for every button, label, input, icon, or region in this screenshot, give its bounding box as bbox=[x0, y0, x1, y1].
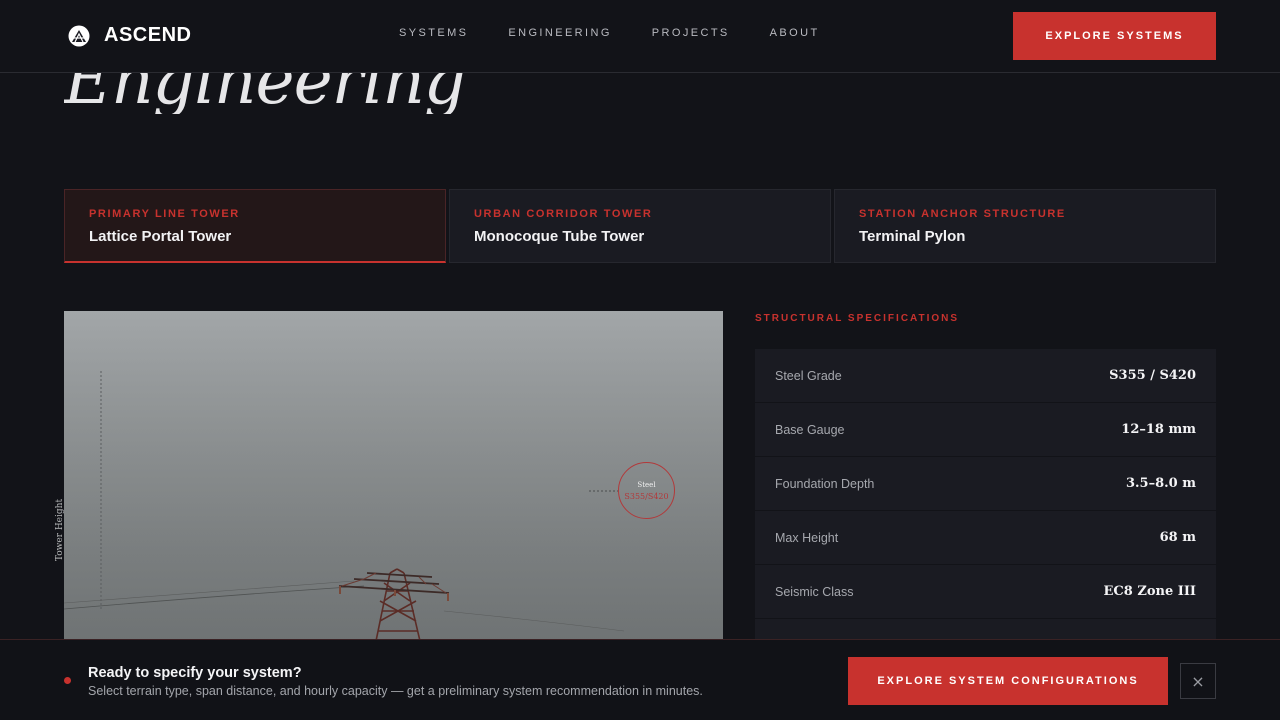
nav-projects[interactable]: PROJECTS bbox=[652, 27, 730, 39]
spec-row-base-gauge: Base Gauge 12–18 mm bbox=[755, 403, 1216, 457]
tab-title: Terminal Pylon bbox=[859, 228, 966, 245]
explore-configurations-button[interactable]: EXPLORE SYSTEM CONFIGURATIONS bbox=[848, 657, 1168, 705]
spec-label: Foundation Depth bbox=[775, 476, 875, 491]
tab-kicker: URBAN CORRIDOR TOWER bbox=[474, 208, 653, 220]
tower-tabs: PRIMARY LINE TOWER Lattice Portal Tower … bbox=[64, 189, 1216, 263]
tab-title: Lattice Portal Tower bbox=[89, 228, 232, 245]
tower-logo-icon bbox=[68, 25, 90, 46]
tab-kicker: PRIMARY LINE TOWER bbox=[89, 208, 240, 220]
tab-lattice-portal-tower[interactable]: PRIMARY LINE TOWER Lattice Portal Tower bbox=[64, 189, 446, 263]
banner-subtitle: Select terrain type, span distance, and … bbox=[88, 684, 703, 698]
steel-grade-badge[interactable]: Steel S355/S420 bbox=[618, 462, 675, 519]
tab-monocoque-tube-tower[interactable]: URBAN CORRIDOR TOWER Monocoque Tube Towe… bbox=[449, 189, 831, 263]
spec-label: Seismic Class bbox=[775, 584, 854, 599]
spec-value: 12–18 mm bbox=[1121, 422, 1196, 437]
tab-title: Monocoque Tube Tower bbox=[474, 228, 645, 245]
close-icon[interactable]: × bbox=[1180, 663, 1216, 699]
spec-row-steel-grade: Steel Grade S355 / S420 bbox=[755, 349, 1216, 403]
brand-name: ASCEND bbox=[104, 24, 192, 46]
nav-systems[interactable]: SYSTEMS bbox=[399, 27, 468, 39]
cta-banner: Ready to specify your system? Select ter… bbox=[0, 639, 1280, 720]
banner-title: Ready to specify your system? bbox=[88, 665, 302, 681]
spec-row-max-height: Max Height 68 m bbox=[755, 511, 1216, 565]
main-nav: SYSTEMS ENGINEERING PROJECTS ABOUT bbox=[399, 27, 820, 39]
spec-value: S355 / S420 bbox=[1109, 368, 1196, 383]
spec-value: 68 m bbox=[1159, 530, 1196, 545]
spec-row-seismic-class: Seismic Class EC8 Zone III bbox=[755, 565, 1216, 619]
site-header: ASCEND SYSTEMS ENGINEERING PROJECTS ABOU… bbox=[0, 0, 1280, 73]
explore-systems-button[interactable]: EXPLORE SYSTEMS bbox=[1013, 12, 1216, 60]
spec-label: Steel Grade bbox=[775, 368, 842, 383]
tab-terminal-pylon[interactable]: STATION ANCHOR STRUCTURE Terminal Pylon bbox=[834, 189, 1216, 263]
badge-title: Steel bbox=[637, 480, 656, 489]
tab-kicker: STATION ANCHOR STRUCTURE bbox=[859, 208, 1066, 220]
nav-about[interactable]: ABOUT bbox=[770, 27, 820, 39]
badge-value: S355/S420 bbox=[624, 491, 669, 501]
spec-label: Base Gauge bbox=[775, 422, 845, 437]
specs-heading: STRUCTURAL SPECIFICATIONS bbox=[755, 313, 960, 324]
specs-table: Steel Grade S355 / S420 Base Gauge 12–18… bbox=[755, 349, 1216, 673]
status-dot-icon bbox=[64, 677, 71, 684]
brand[interactable]: ASCEND bbox=[68, 24, 191, 47]
spec-label: Max Height bbox=[775, 530, 839, 545]
spec-value: 3.5–8.0 m bbox=[1125, 476, 1196, 491]
nav-engineering[interactable]: ENGINEERING bbox=[508, 27, 611, 39]
spec-row-foundation-depth: Foundation Depth 3.5–8.0 m bbox=[755, 457, 1216, 511]
spec-value: EC8 Zone III bbox=[1103, 584, 1196, 599]
tower-height-label: Tower Height bbox=[55, 498, 65, 562]
